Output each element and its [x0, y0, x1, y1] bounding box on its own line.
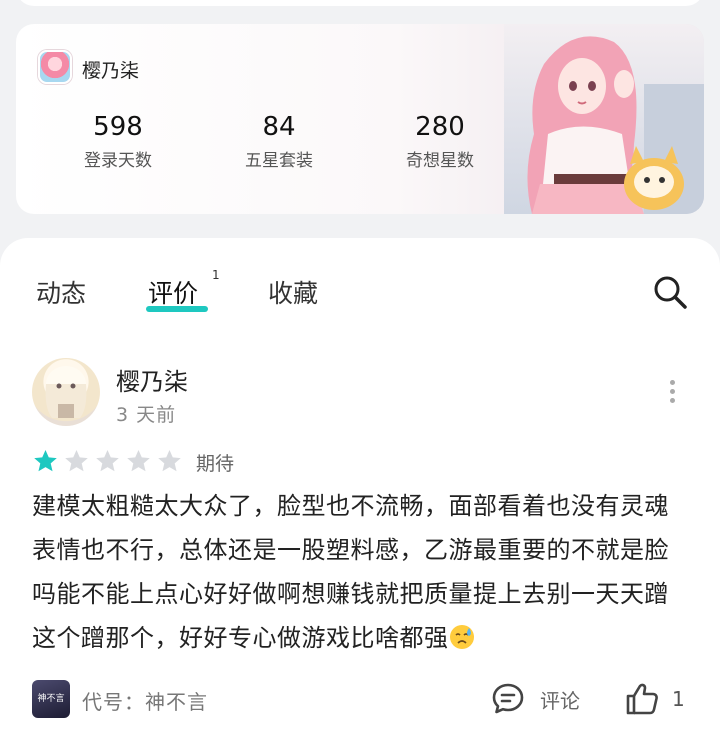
- more-options-icon[interactable]: [664, 380, 680, 406]
- device-game-icon: 神不言: [32, 680, 70, 718]
- tab-review[interactable]: 评价 1: [148, 268, 220, 310]
- sad-sweat-emoji-icon: [449, 625, 474, 649]
- tab-dynamic[interactable]: 动态: [36, 274, 86, 310]
- stat-label: 登录天数: [84, 151, 152, 171]
- tab-favorites[interactable]: 收藏: [268, 274, 318, 310]
- like-count: 1: [672, 687, 685, 711]
- avatar[interactable]: [32, 358, 100, 426]
- rating-label: 期待: [196, 453, 235, 475]
- tab-review-label: 评价: [148, 279, 199, 308]
- star-empty-icon: [158, 449, 181, 472]
- stat-login-days: 598 登录天数: [58, 112, 178, 171]
- stat-value: 84: [262, 112, 296, 142]
- thumbs-up-icon: [626, 683, 658, 715]
- comment-icon: [492, 683, 524, 714]
- previous-card-edge: [16, 0, 704, 6]
- review-time: 3 天前: [116, 404, 177, 426]
- active-tab-indicator: [146, 306, 208, 312]
- star-rating: [32, 448, 183, 474]
- device-label: 代号：神不言: [82, 690, 208, 714]
- stat-label: 五星套装: [245, 151, 313, 171]
- stat-label: 奇想星数: [406, 151, 474, 171]
- tab-review-count: 1: [212, 268, 220, 282]
- game-app-name: 樱乃柒: [82, 60, 140, 82]
- review-username[interactable]: 樱乃柒: [116, 362, 188, 397]
- comment-button[interactable]: 评论: [490, 680, 580, 718]
- review-body: 建模太粗糙太大众了，脸型也不流畅，面部看着也没有灵魂表情也不行，总体还是一股塑料…: [32, 492, 669, 652]
- review-panel: 动态 评价 1 收藏 樱乃柒 3 天前 期待 建模太粗糙太大众了，脸型也不流畅，…: [0, 238, 720, 748]
- review-text: 建模太粗糙太大众了，脸型也不流畅，面部看着也没有灵魂表情也不行，总体还是一股塑料…: [32, 484, 692, 660]
- star-filled-icon: [34, 449, 57, 472]
- like-button[interactable]: 1: [624, 680, 685, 718]
- stat-fantasy-stars: 280 奇想星数: [380, 112, 500, 171]
- star-empty-icon: [127, 449, 150, 472]
- stat-five-star-sets: 84 五星套装: [219, 112, 339, 171]
- stat-value: 598: [93, 112, 143, 142]
- star-empty-icon: [96, 449, 119, 472]
- comment-label: 评论: [540, 688, 580, 713]
- star-empty-icon: [65, 449, 88, 472]
- game-app-icon: [38, 50, 72, 84]
- game-profile-card[interactable]: 樱乃柒 598 登录天数 84 五星套装 280 奇想星数: [16, 24, 704, 214]
- search-icon[interactable]: [652, 274, 688, 310]
- stat-value: 280: [415, 112, 465, 142]
- character-illustration: [504, 24, 704, 214]
